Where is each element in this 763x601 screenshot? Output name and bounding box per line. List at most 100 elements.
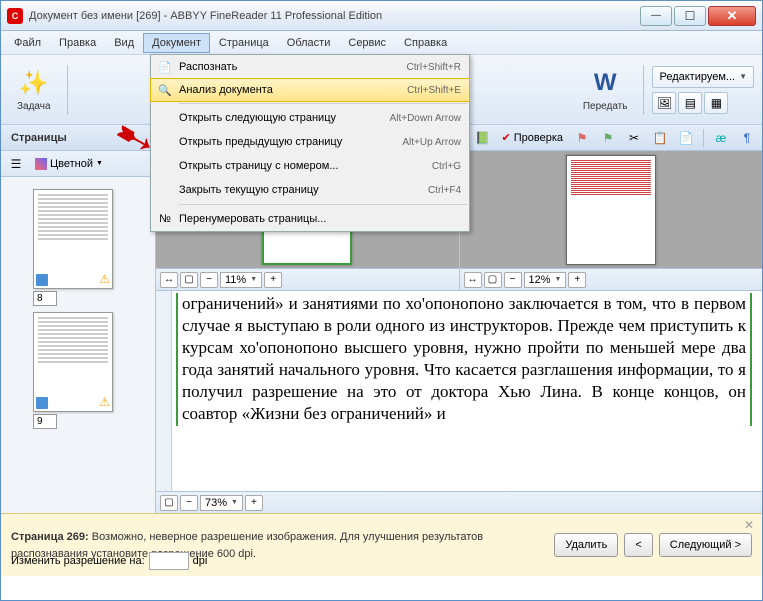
text-editor-area: ограничений» и занятиями по хо'опонопоно… bbox=[156, 291, 762, 491]
fit-width-button[interactable]: ↔ bbox=[464, 272, 482, 288]
window-title: Документ без имени [269] - ABBYY FineRea… bbox=[29, 10, 640, 22]
menu-close-page-shortcut: Ctrl+F4 bbox=[428, 185, 461, 196]
color-swatch-icon bbox=[35, 158, 47, 170]
change-res-label: Изменить разрешение на: bbox=[11, 555, 145, 567]
zoom-in-button[interactable]: + bbox=[568, 272, 586, 288]
status-page-label: Страница 269: bbox=[11, 531, 89, 543]
menu-next-page[interactable]: Открыть следующую страницу Alt+Down Arro… bbox=[151, 106, 469, 130]
menu-analyze-label: Анализ документа bbox=[179, 84, 407, 96]
layout-columns-button[interactable]: ▤ bbox=[678, 92, 702, 114]
transfer-button[interactable]: W Передать bbox=[575, 63, 636, 116]
titlebar: C Документ без имени [269] - ABBYY FineR… bbox=[1, 1, 762, 31]
fit-width-button[interactable]: ↔ bbox=[160, 272, 178, 288]
zoom-in-button[interactable]: + bbox=[264, 272, 282, 288]
thumbnails-list[interactable]: ⚠ 8 ⚠ 9 bbox=[1, 177, 155, 513]
verify-button[interactable]: ✔ Проверка bbox=[498, 131, 568, 144]
pages-panel-title: Страницы bbox=[1, 132, 156, 144]
recognized-badge-icon bbox=[36, 397, 48, 409]
pilcrow-button[interactable]: ¶ bbox=[736, 128, 758, 148]
menu-page[interactable]: Страница bbox=[210, 33, 278, 53]
zoom-bottom-value: 73% bbox=[205, 497, 227, 509]
dpi-label: dpi bbox=[193, 555, 208, 567]
fit-button[interactable]: ▢ bbox=[160, 495, 178, 511]
ocr-page bbox=[566, 155, 656, 265]
zoom-right-select[interactable]: 12% ▼ bbox=[524, 272, 567, 288]
menu-close-page[interactable]: Закрыть текущую страницу Ctrl+F4 bbox=[151, 178, 469, 202]
cut-button[interactable]: ✂ bbox=[623, 128, 645, 148]
chevron-down-icon: ▼ bbox=[231, 499, 238, 506]
zoom-left-value: 11% bbox=[225, 274, 246, 286]
recognize-icon: 📄 bbox=[151, 61, 179, 74]
menu-file[interactable]: Файл bbox=[5, 33, 50, 53]
app-icon: C bbox=[7, 8, 23, 24]
zoom-in-button[interactable]: + bbox=[245, 495, 263, 511]
layout-image-button[interactable]: 🖼 bbox=[652, 92, 676, 114]
check-icon: ✔ bbox=[502, 131, 511, 144]
zoom-out-button[interactable]: − bbox=[180, 495, 198, 511]
menu-edit[interactable]: Правка bbox=[50, 33, 105, 53]
fit-page-button[interactable]: ▢ bbox=[484, 272, 502, 288]
word-icon: W bbox=[589, 67, 621, 99]
color-label: Цветной bbox=[50, 158, 93, 170]
thumbnail-page-9[interactable]: ⚠ 9 bbox=[33, 312, 123, 429]
thumbnail-view-button[interactable]: ☰ bbox=[5, 154, 27, 174]
flag-pink-icon[interactable]: ⚑ bbox=[571, 128, 593, 148]
menu-service[interactable]: Сервис bbox=[339, 33, 395, 53]
text-content[interactable]: ограничений» и занятиями по хо'опонопоно… bbox=[172, 291, 762, 491]
task-label: Задача bbox=[17, 101, 51, 112]
zoom-bottom-select[interactable]: 73% ▼ bbox=[200, 495, 243, 511]
maximize-button[interactable]: ☐ bbox=[674, 6, 706, 26]
pages-sidebar: ☰ Цветной ▼ ⚠ 8 ⚠ bbox=[1, 151, 156, 513]
delete-button[interactable]: Удалить bbox=[554, 533, 618, 557]
next-issue-button[interactable]: Следующий > bbox=[659, 533, 752, 557]
bottom-zoom-bar: ▢ − 73% ▼ + bbox=[156, 491, 762, 513]
close-button[interactable]: ✕ bbox=[708, 6, 756, 26]
edit-mode-dropdown[interactable]: Редактируем... ▼ bbox=[652, 66, 754, 88]
menu-open-num[interactable]: Открыть страницу с номером... Ctrl+G bbox=[151, 154, 469, 178]
document-menu-dropdown: 📄 Распознать Ctrl+Shift+R 🔍 Анализ докум… bbox=[150, 54, 470, 232]
left-zoom-bar: ↔ ▢ − 11%▼ + bbox=[156, 268, 459, 290]
menubar: Файл Правка Вид Документ Страница Област… bbox=[1, 31, 762, 55]
zoom-out-button[interactable]: − bbox=[200, 272, 218, 288]
zoom-right-value: 12% bbox=[529, 274, 551, 286]
menu-recognize[interactable]: 📄 Распознать Ctrl+Shift+R bbox=[151, 55, 469, 79]
menu-analyze[interactable]: 🔍 Анализ документа Ctrl+Shift+E bbox=[150, 78, 470, 102]
dpi-input[interactable] bbox=[149, 552, 189, 570]
menu-document[interactable]: Документ bbox=[143, 33, 210, 53]
menu-open-num-shortcut: Ctrl+G bbox=[432, 161, 461, 172]
flag-green-icon[interactable]: ⚑ bbox=[597, 128, 619, 148]
copy-button[interactable]: 📋 bbox=[649, 128, 671, 148]
fit-page-button[interactable]: ▢ bbox=[180, 272, 198, 288]
menu-prev-page[interactable]: Открыть предыдущую страницу Alt+Up Arrow bbox=[151, 130, 469, 154]
recognized-text[interactable]: ограничений» и занятиями по хо'опонопоно… bbox=[176, 293, 752, 426]
menu-view[interactable]: Вид bbox=[105, 33, 143, 53]
prev-issue-button[interactable]: < bbox=[624, 533, 652, 557]
layout-table-button[interactable]: ▦ bbox=[704, 92, 728, 114]
ocr-canvas[interactable] bbox=[460, 151, 763, 268]
warning-icon: ⚠ bbox=[99, 395, 110, 409]
thumbnail-page-8[interactable]: ⚠ 8 bbox=[33, 189, 123, 306]
page-number: 9 bbox=[33, 414, 57, 429]
resolution-row: Изменить разрешение на: dpi bbox=[11, 552, 207, 570]
ocr-preview-pane: ↔ ▢ − 12% ▼ + bbox=[460, 151, 763, 290]
menu-prev-page-shortcut: Alt+Up Arrow bbox=[402, 137, 461, 148]
special-char-button[interactable]: æ bbox=[710, 128, 732, 148]
zoom-left-select[interactable]: 11%▼ bbox=[220, 272, 262, 288]
menu-close-page-label: Закрыть текущую страницу bbox=[179, 184, 428, 196]
warning-icon: ⚠ bbox=[99, 272, 110, 286]
recognize-icon-button[interactable]: 📗 bbox=[472, 128, 494, 148]
menu-areas[interactable]: Области bbox=[278, 33, 340, 53]
menu-renumber[interactable]: № Перенумеровать страницы... bbox=[151, 207, 469, 231]
task-button[interactable]: ✨ Задача bbox=[9, 63, 59, 116]
status-close-button[interactable]: ✕ bbox=[742, 518, 756, 532]
minimize-button[interactable]: — bbox=[640, 6, 672, 26]
zoom-out-button[interactable]: − bbox=[504, 272, 522, 288]
recognized-badge-icon bbox=[36, 274, 48, 286]
right-zoom-bar: ↔ ▢ − 12% ▼ + bbox=[460, 268, 763, 290]
menu-help[interactable]: Справка bbox=[395, 33, 456, 53]
menu-analyze-shortcut: Ctrl+Shift+E bbox=[407, 85, 461, 96]
color-mode-select[interactable]: Цветной ▼ bbox=[31, 158, 107, 170]
chevron-down-icon: ▼ bbox=[555, 276, 562, 283]
chevron-down-icon: ▼ bbox=[739, 72, 747, 81]
paste-button[interactable]: 📄 bbox=[675, 128, 697, 148]
